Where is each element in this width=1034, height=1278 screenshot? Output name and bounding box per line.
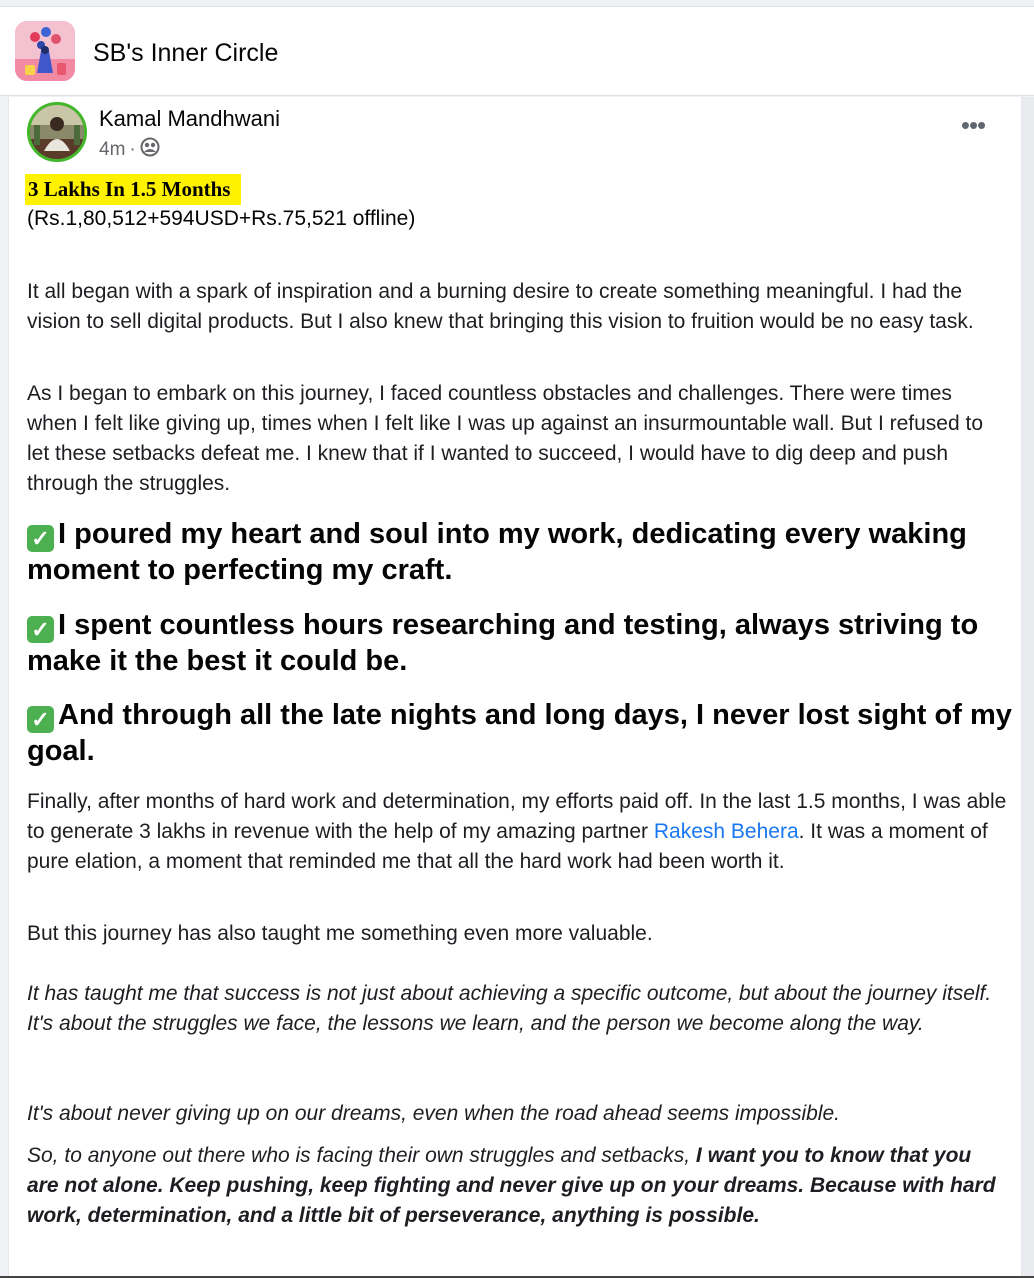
paragraph-3: Finally, after months of hard work and d… xyxy=(27,787,1007,877)
post-time[interactable]: 4m xyxy=(99,139,125,161)
paragraph-7: So, to anyone out there who is facing th… xyxy=(27,1141,1007,1231)
mention-link[interactable]: Rakesh Behera xyxy=(654,820,799,843)
post-card: Kamal Mandhwani 4m · ••• 3 Lakhs In 1.5 … xyxy=(8,97,1022,1278)
group-header: SB's Inner Circle xyxy=(0,6,1034,96)
check-mark-icon: ✓ xyxy=(27,525,54,552)
post-headline: 3 Lakhs In 1.5 Months xyxy=(25,174,242,205)
scroll-gutter xyxy=(1022,97,1034,1278)
bullet-3-text: And through all the late nights and long… xyxy=(27,699,1012,767)
group-cover-icon[interactable] xyxy=(15,21,75,81)
paragraph-6: It's about never giving up on our dreams… xyxy=(27,1102,840,1125)
paragraph-1: It all began with a spark of inspiration… xyxy=(27,280,974,333)
bullet-2-text: I spent countless hours researching and … xyxy=(27,609,979,677)
check-mark-icon: ✓ xyxy=(27,616,54,643)
paragraph-7-start: So, to anyone out there who is facing th… xyxy=(27,1144,696,1167)
paragraph-5: It has taught me that success is not jus… xyxy=(27,982,992,1035)
bullet-3: ✓ And through all the late nights and lon… xyxy=(27,697,1012,769)
group-name[interactable]: SB's Inner Circle xyxy=(93,39,278,68)
meta-separator: · xyxy=(129,139,136,160)
paragraph-2: As I began to embark on this journey, I … xyxy=(27,382,984,495)
author-avatar[interactable] xyxy=(27,102,87,162)
more-options-icon[interactable]: ••• xyxy=(955,112,991,145)
post-amounts: (Rs.1,80,512+594USD+Rs.75,521 offline) xyxy=(27,207,416,230)
check-mark-icon: ✓ xyxy=(27,706,54,733)
screenshot-frame: SB's Inner Circle Kamal Mandhwani 4m · •… xyxy=(0,0,1034,1278)
paragraph-4: But this journey has also taught me some… xyxy=(27,922,653,945)
bullet-1: ✓ I poured my heart and soul into my work… xyxy=(27,516,1012,588)
group-members-icon xyxy=(140,137,160,163)
post-meta: 4m · xyxy=(99,137,160,163)
author-name[interactable]: Kamal Mandhwani xyxy=(99,106,280,132)
bullet-1-text: I poured my heart and soul into my work,… xyxy=(27,518,967,586)
bullet-2: ✓ I spent countless hours researching and… xyxy=(27,607,1012,679)
